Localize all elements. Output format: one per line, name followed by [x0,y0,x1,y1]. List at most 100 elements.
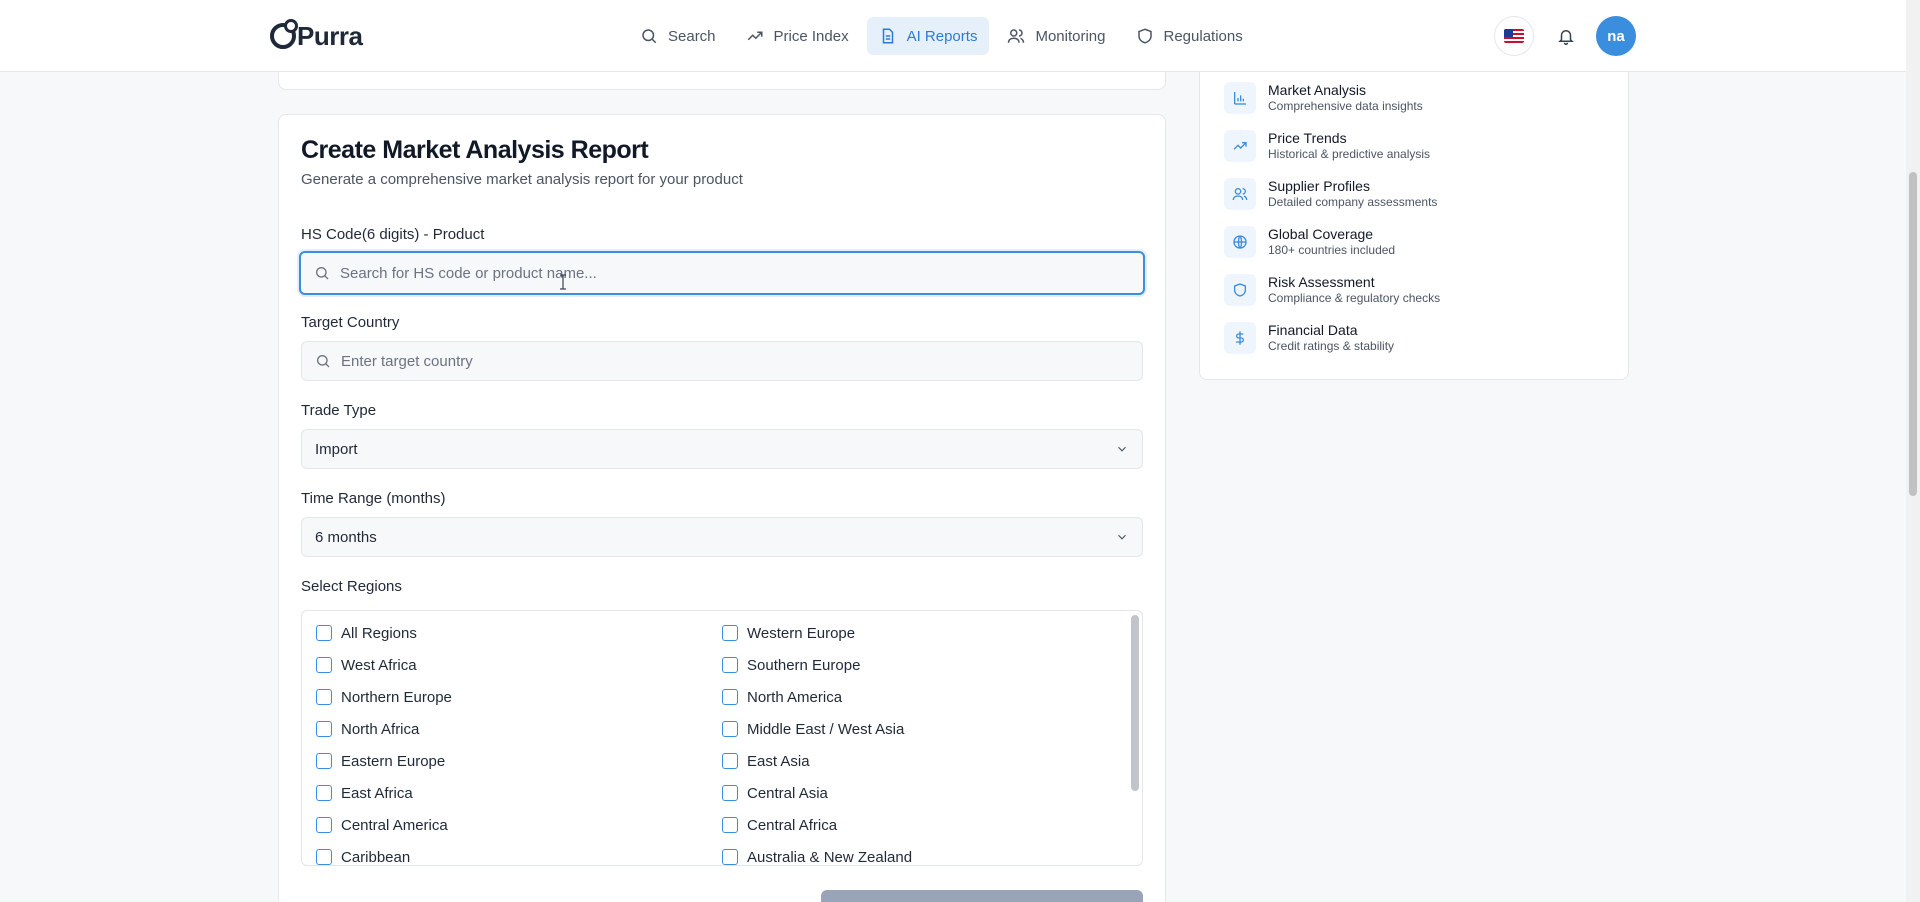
region-label: Central America [341,816,448,834]
feature-desc: Credit ratings & stability [1268,339,1395,353]
regions-scrollbar[interactable] [1131,615,1139,791]
users-icon [1224,178,1256,210]
feature-desc: Comprehensive data insights [1268,99,1423,113]
bar-chart-icon [1224,82,1256,114]
brand-name: Purra [297,20,363,51]
checkbox[interactable] [722,689,738,705]
hs-code-label: HS Code(6 digits) - Product [301,226,485,243]
time-range-label: Time Range (months) [301,490,446,507]
checkbox[interactable] [722,657,738,673]
region-eastern-europe[interactable]: Eastern Europe [316,751,445,771]
region-east-africa[interactable]: East Africa [316,783,413,803]
notifications-button[interactable] [1546,16,1586,56]
target-country-field[interactable] [301,341,1143,381]
nav-item-search[interactable]: Search [628,17,728,55]
select-regions-label: Select Regions [301,578,402,595]
region-label: East Africa [341,784,413,802]
page: Purra Search Price Index AI Reports Moni… [0,0,1920,902]
feature-price-trends: Price Trends Historical & predictive anal… [1224,128,1430,164]
feature-title: Market Analysis [1268,82,1367,98]
shield-icon [1224,274,1256,306]
time-range-select[interactable]: 6 months [301,517,1143,557]
region-central-america[interactable]: Central America [316,815,448,835]
generate-report-button[interactable] [821,890,1143,902]
region-southern-europe[interactable]: Southern Europe [722,655,860,675]
checkbox[interactable] [722,817,738,833]
hs-code-field[interactable] [299,251,1145,295]
region-central-africa[interactable]: Central Africa [722,815,837,835]
target-country-input[interactable] [341,352,1129,370]
checkbox[interactable] [316,689,332,705]
feature-supplier-profiles: Supplier Profiles Detailed company assess… [1224,176,1437,212]
nav-item-regulations[interactable]: Regulations [1124,17,1255,55]
checkbox[interactable] [722,625,738,641]
checkbox[interactable] [722,785,738,801]
region-label: Western Europe [747,624,856,642]
region-all-regions[interactable]: All Regions [316,623,417,643]
checkbox[interactable] [722,753,738,769]
feature-desc: Historical & predictive analysis [1268,147,1431,161]
trending-up-icon [1224,130,1256,162]
target-country-label: Target Country [301,314,400,331]
region-middle-east[interactable]: Middle East / West Asia [722,719,904,739]
region-northern-europe[interactable]: Northern Europe [316,687,452,707]
region-label: Australia & New Zealand [747,848,913,866]
checkbox[interactable] [316,721,332,737]
checkbox[interactable] [316,753,332,769]
feature-financial-data: Financial Data Credit ratings & stability [1224,320,1394,356]
search-icon [317,355,330,368]
nav-item-monitoring[interactable]: Monitoring [995,17,1117,55]
region-label: West Africa [341,656,417,674]
checkbox[interactable] [316,625,332,641]
nav-label: Regulations [1163,27,1243,45]
region-label: Northern Europe [341,688,452,706]
checkbox[interactable] [316,785,332,801]
nav-label: AI Reports [906,27,978,45]
bell-icon [1558,30,1574,45]
hs-code-input[interactable] [340,264,1130,282]
brand-logo[interactable]: Purra [270,18,363,54]
region-central-asia[interactable]: Central Asia [722,783,828,803]
region-east-asia[interactable]: East Asia [722,751,810,771]
form-subtitle: Generate a comprehensive market analysis… [301,171,743,188]
region-west-africa[interactable]: West Africa [316,655,417,675]
region-label: Central Asia [747,784,828,802]
feature-global-coverage: Global Coverage 180+ countries included [1224,224,1395,260]
nav-label: Price Index [773,27,849,45]
checkbox[interactable] [316,657,332,673]
region-western-europe[interactable]: Western Europe [722,623,855,643]
feature-title: Risk Assessment [1268,274,1375,290]
region-label: Central Africa [747,816,838,834]
checkbox[interactable] [316,849,332,865]
trade-type-select[interactable]: Import [301,429,1143,469]
trade-type-label: Trade Type [301,402,377,419]
user-avatar[interactable]: na [1596,16,1636,56]
region-north-america[interactable]: North America [722,687,842,707]
region-label: East Asia [747,752,810,770]
region-north-africa[interactable]: North Africa [316,719,419,739]
region-caribbean[interactable]: Caribbean [316,847,410,865]
checkbox[interactable] [722,721,738,737]
region-label: All Regions [341,624,417,642]
page-scrollbar-thumb[interactable] [1909,172,1917,496]
region-australia-nz[interactable]: Australia & New Zealand [722,847,913,866]
language-button[interactable] [1494,16,1534,56]
logo-mark-icon [270,19,298,49]
chevron-down-icon [1118,534,1126,540]
nav-item-price-index[interactable]: Price Index [734,17,861,55]
search-icon [316,267,329,280]
checkbox[interactable] [316,817,332,833]
feature-title: Global Coverage [1268,226,1374,242]
feature-title: Financial Data [1268,322,1358,338]
nav-label: Monitoring [1035,27,1106,45]
nav-item-ai-reports[interactable]: AI Reports [866,17,990,55]
dollar-icon [1224,322,1256,354]
feature-desc: 180+ countries included [1268,243,1396,257]
top-navbar: Purra Search Price Index AI Reports Moni… [0,0,1906,72]
users-icon [1008,29,1025,43]
region-label: North Africa [341,720,420,738]
feature-market-analysis: Market Analysis Comprehensive data insigh… [1224,80,1423,116]
checkbox[interactable] [722,849,738,865]
trade-type-value: Import [315,440,358,458]
regions-list: All Regions Western Europe West Africa S… [301,610,1143,866]
